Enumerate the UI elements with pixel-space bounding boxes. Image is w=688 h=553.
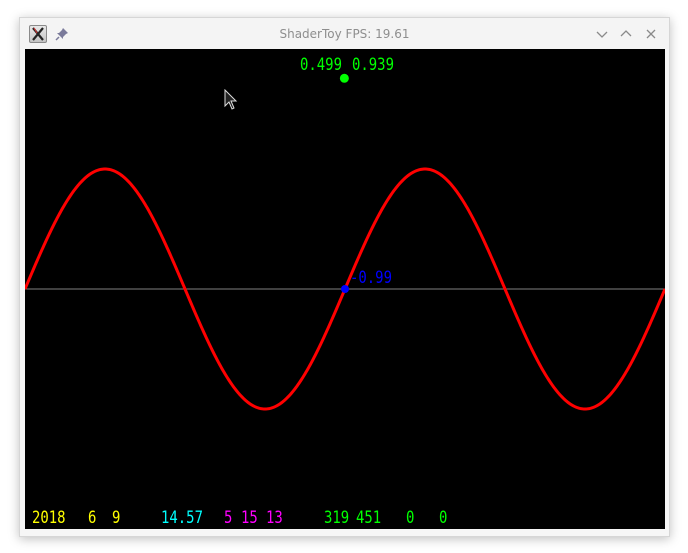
shadertoy-window: ShaderToy FPS: 19.61 0.499 0.939 -0.99 2… xyxy=(19,17,670,537)
maximize-button[interactable] xyxy=(618,26,634,42)
x-logo-icon xyxy=(29,25,47,43)
window-title: ShaderToy FPS: 19.61 xyxy=(279,27,410,41)
chevron-up-icon xyxy=(620,30,632,37)
close-button[interactable] xyxy=(643,26,659,42)
mouse-position-dot xyxy=(339,73,349,83)
pin-icon[interactable] xyxy=(55,26,69,41)
mouse-x-readout: 0.499 xyxy=(300,55,342,75)
time-minutes: 15 xyxy=(241,508,258,528)
title-bar[interactable]: ShaderToy FPS: 19.61 xyxy=(20,18,669,49)
pos-y-readout: 451 xyxy=(356,508,382,528)
date-year: 2018 xyxy=(32,508,66,528)
mouse-y-readout: 0.939 xyxy=(352,55,394,75)
time-secs: 13 xyxy=(266,508,283,528)
shader-canvas[interactable]: 0.499 0.939 -0.99 2018 6 9 14.57 5 15 13… xyxy=(25,49,665,529)
sine-plot xyxy=(25,73,665,411)
flag-a-readout: 0 xyxy=(406,508,415,528)
date-month: 6 xyxy=(88,508,97,528)
chevron-down-icon xyxy=(596,31,608,38)
flag-b-readout: 0 xyxy=(439,508,448,528)
minimize-button[interactable] xyxy=(594,26,610,42)
value-marker-dot xyxy=(341,285,349,293)
time-seconds-readout: 14.57 xyxy=(161,508,203,528)
date-day: 9 xyxy=(112,508,121,528)
time-hours: 5 xyxy=(224,508,233,528)
pos-x-readout: 319 xyxy=(324,508,350,528)
value-label: -0.99 xyxy=(350,268,392,288)
close-icon xyxy=(646,29,656,39)
